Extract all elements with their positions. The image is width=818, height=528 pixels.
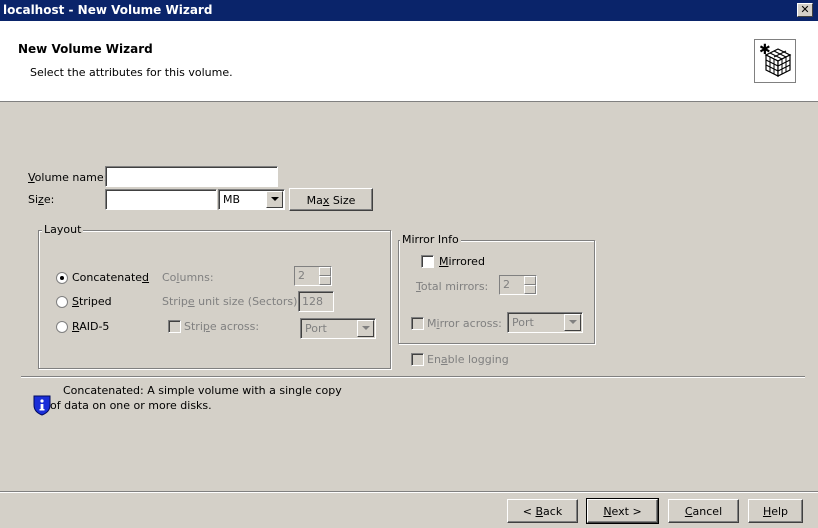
mirror-across-value: Port [512, 316, 534, 329]
info-line-1: Concatenated: A simple volume with a sin… [63, 384, 342, 397]
mirrored-label[interactable]: Mirrored [439, 255, 485, 268]
size-unit-select[interactable]: MB [218, 189, 285, 210]
striped-radio[interactable] [56, 296, 68, 308]
striped-label[interactable]: Striped [72, 295, 112, 308]
enable-logging-label: Enable logging [427, 353, 509, 366]
stripe-across-label: Stripe across: [184, 320, 260, 333]
volume-name-label: Volume name: [28, 171, 108, 184]
stripe-across-checkbox[interactable] [168, 320, 181, 333]
size-label: Size: [28, 193, 55, 206]
close-button[interactable]: ✕ [797, 3, 813, 17]
max-size-button[interactable]: Max Size [289, 188, 373, 211]
stripe-unit-input[interactable]: 128 [298, 291, 334, 312]
mirror-across-select[interactable]: Port [507, 312, 583, 333]
spin-up-icon[interactable] [524, 276, 536, 285]
spin-up-icon[interactable] [319, 267, 331, 276]
mirror-across-checkbox[interactable] [411, 317, 424, 330]
bottom-separator [0, 491, 818, 493]
chevron-down-icon[interactable] [564, 314, 581, 331]
help-button[interactable]: Help [748, 499, 803, 523]
mirror-group-title: Mirror Info [400, 233, 461, 246]
layout-group-title: Layout [42, 223, 84, 236]
total-mirrors-value: 2 [503, 278, 510, 291]
separator [21, 376, 805, 378]
size-input[interactable] [105, 189, 217, 210]
columns-value: 2 [298, 269, 305, 282]
next-button[interactable]: Next > [586, 498, 659, 524]
columns-label: Columns: [162, 271, 214, 284]
header-title: New Volume Wizard [18, 42, 153, 56]
info-line-2: of data on one or more disks. [50, 399, 212, 412]
raid5-radio[interactable] [56, 321, 68, 333]
chevron-down-icon[interactable] [357, 320, 374, 337]
volume-name-input[interactable] [105, 166, 278, 187]
window-title: localhost - New Volume Wizard [3, 3, 213, 17]
cancel-button[interactable]: Cancel [668, 499, 739, 523]
spin-down-icon[interactable] [524, 285, 536, 294]
columns-spinner[interactable]: 2 [294, 266, 332, 286]
concatenated-radio[interactable] [56, 272, 68, 284]
back-button[interactable]: < Back [507, 499, 578, 523]
stripe-unit-label: Stripe unit size (Sectors): [162, 295, 302, 308]
enable-logging-checkbox[interactable] [411, 353, 424, 366]
total-mirrors-label: Total mirrors: [416, 280, 489, 293]
stripe-unit-value: 128 [302, 295, 323, 308]
mirror-across-label: Mirror across: [427, 317, 502, 330]
close-icon: ✕ [800, 3, 810, 16]
stripe-across-select[interactable]: Port [300, 318, 376, 339]
raid5-label[interactable]: RAID-5 [72, 320, 109, 333]
stripe-across-value: Port [305, 322, 327, 335]
header-subtitle: Select the attributes for this volume. [30, 66, 233, 79]
wizard-cube-icon: ✱ [754, 39, 796, 83]
wizard-header: New Volume Wizard Select the attributes … [0, 21, 818, 102]
size-unit-value: MB [223, 193, 241, 206]
concatenated-label[interactable]: Concatenated [72, 271, 149, 284]
spin-down-icon[interactable] [319, 276, 331, 285]
total-mirrors-spinner[interactable]: 2 [499, 275, 537, 295]
chevron-down-icon[interactable] [266, 191, 283, 208]
info-icon [33, 394, 51, 419]
mirrored-checkbox[interactable] [421, 255, 434, 268]
